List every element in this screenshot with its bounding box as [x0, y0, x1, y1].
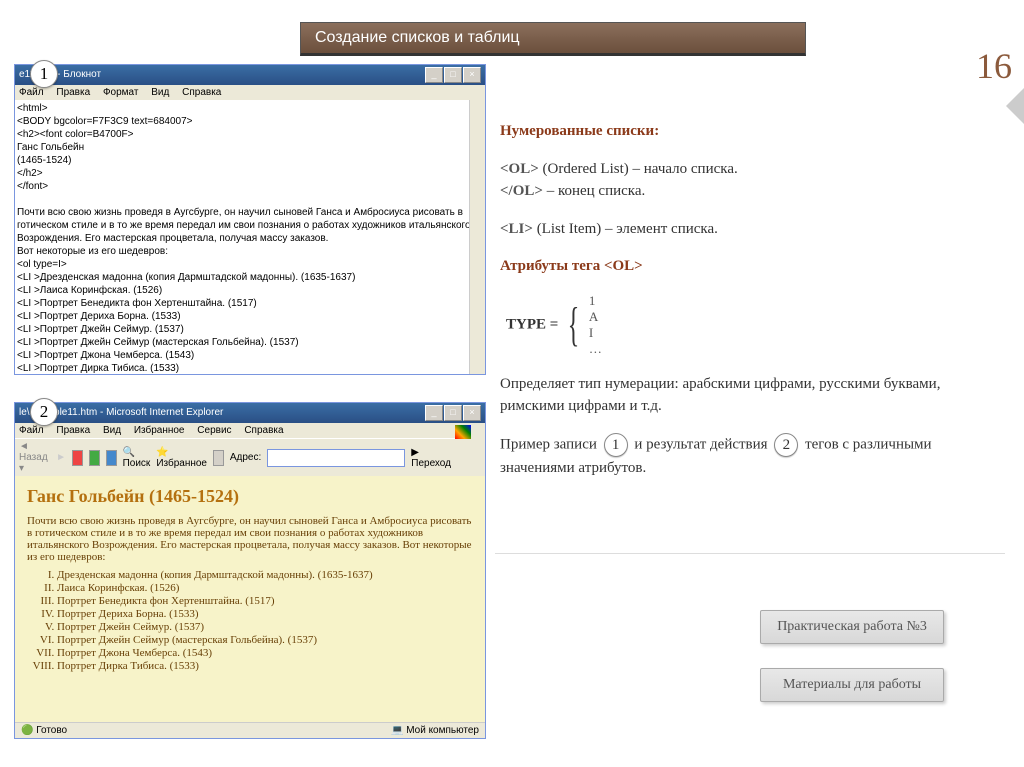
list-item: Портрет Бенедикта фон Хертенштайна. (151… [57, 595, 473, 607]
menu-item[interactable]: Избранное [134, 425, 185, 436]
tag-li: <LI> [500, 221, 533, 237]
notepad-menu[interactable]: Файл Правка Формат Вид Справка [15, 85, 485, 100]
tag-ol-def: (Ordered List) – начало списка. [543, 161, 738, 177]
step-badge-2: 2 [30, 398, 58, 426]
type-equation: TYPE = { 1 A I … [506, 293, 1000, 357]
list-item: Портрет Дирка Тибиса. (1533) [57, 660, 473, 672]
fav-button[interactable]: ⭐ Избранное [156, 447, 207, 469]
step-badge-1: 1 [30, 60, 58, 88]
maximize-icon[interactable]: □ [444, 405, 462, 421]
menu-item[interactable]: Файл [19, 425, 44, 436]
stop-icon[interactable] [72, 450, 83, 466]
practice-button[interactable]: Практическая работа №3 [760, 610, 944, 644]
menu-format[interactable]: Формат [103, 87, 139, 98]
menu-item[interactable]: Справка [244, 425, 283, 436]
tag-ol-close-def: – конец списка. [543, 183, 645, 199]
list-item: Портрет Джейн Сеймур (мастерская Гольбей… [57, 634, 473, 646]
brace-icon: { [568, 301, 580, 349]
history-icon[interactable] [213, 450, 224, 466]
menu-item[interactable]: Вид [103, 425, 121, 436]
inline-badge-2: 2 [774, 433, 798, 457]
tag-ol: <OL> [500, 161, 539, 177]
status-ready: 🟢 Готово [21, 725, 67, 736]
code-text: <html> <BODY bgcolor=F7F3C9 text=684007>… [17, 102, 483, 374]
search-button[interactable]: 🔍 Поиск [123, 447, 151, 469]
attributes-heading: Атрибуты тега <OL> [500, 258, 643, 274]
notepad-window: e11.htm - Блокнот _ □ × Файл Правка Форм… [14, 64, 486, 375]
refresh-icon[interactable] [89, 450, 100, 466]
page-curl-icon [1006, 88, 1024, 124]
tag-ol-close: </OL> [500, 183, 543, 199]
list-item: Лаиса Коринфская. (1526) [57, 582, 473, 594]
materials-button[interactable]: Материалы для работы [760, 668, 944, 702]
notepad-titlebar[interactable]: e11.htm - Блокнот _ □ × [15, 65, 485, 85]
list-item: Портрет Джона Чемберса. (1543) [57, 647, 473, 659]
page-heading: Ганс Гольбейн (1465-1524) [27, 486, 473, 507]
inline-badge-1: 1 [604, 433, 628, 457]
example-line: Пример записи 1 и результат действия 2 т… [500, 433, 1000, 480]
menu-view[interactable]: Вид [151, 87, 169, 98]
ie-statusbar: 🟢 Готово 💻 Мой компьютер [15, 722, 485, 738]
divider [495, 553, 1005, 554]
windows-logo-icon [455, 425, 471, 439]
ie-content: Ганс Гольбейн (1465-1524) Почти всю свою… [15, 476, 485, 722]
list-item: Портрет Джейн Сеймур. (1537) [57, 621, 473, 633]
ordered-list: Дрезденская мадонна (копия Дармштадской … [57, 569, 473, 672]
list-item: Портрет Дериха Борна. (1533) [57, 608, 473, 620]
opt: A [589, 309, 598, 324]
slide-number: 16 [976, 45, 1012, 87]
menu-edit[interactable]: Правка [56, 87, 90, 98]
section-heading: Нумерованные списки: [500, 123, 659, 139]
back-button[interactable]: ◄ Назад ▾ [19, 441, 50, 474]
type-description: Определяет тип нумерации: арабскими цифр… [500, 373, 1000, 418]
menu-help[interactable]: Справка [182, 87, 221, 98]
notepad-content[interactable]: <html> <BODY bgcolor=F7F3C9 text=684007>… [15, 100, 485, 374]
go-button[interactable]: ▶ Переход [411, 447, 451, 469]
opt: … [589, 341, 602, 356]
ie-window: le\example11.htm - Microsoft Internet Ex… [14, 402, 486, 739]
opt: 1 [589, 293, 596, 308]
maximize-icon[interactable]: □ [444, 67, 462, 83]
tag-li-def: (List Item) – элемент списка. [537, 221, 718, 237]
page-paragraph: Почти всю свою жизнь проведя в Аугсбурге… [27, 515, 473, 563]
menu-file[interactable]: Файл [19, 87, 44, 98]
ie-toolbar[interactable]: ◄ Назад ▾ ► 🔍 Поиск ⭐ Избранное Адрес: ▶… [15, 438, 455, 476]
status-zone: 💻 Мой компьютер [391, 725, 479, 736]
ie-titlebar[interactable]: le\example11.htm - Microsoft Internet Ex… [15, 403, 485, 423]
forward-button: ► [56, 452, 66, 463]
minimize-icon[interactable]: _ [425, 67, 443, 83]
list-item: Дрезденская мадонна (копия Дармштадской … [57, 569, 473, 581]
explanation-panel: Нумерованные списки: <OL> (Ordered List)… [500, 105, 1000, 494]
address-label: Адрес: [230, 452, 261, 463]
scrollbar[interactable] [469, 100, 485, 374]
close-icon[interactable]: × [463, 405, 481, 421]
minimize-icon[interactable]: _ [425, 405, 443, 421]
menu-item[interactable]: Правка [56, 425, 90, 436]
home-icon[interactable] [106, 450, 117, 466]
slide-title: Создание списков и таблиц [300, 22, 806, 56]
opt: I [589, 325, 593, 340]
menu-item[interactable]: Сервис [197, 425, 231, 436]
address-input[interactable] [267, 449, 405, 467]
ie-menu[interactable]: Файл Правка Вид Избранное Сервис Справка [15, 423, 485, 438]
close-icon[interactable]: × [463, 67, 481, 83]
type-label: TYPE = [506, 316, 558, 332]
